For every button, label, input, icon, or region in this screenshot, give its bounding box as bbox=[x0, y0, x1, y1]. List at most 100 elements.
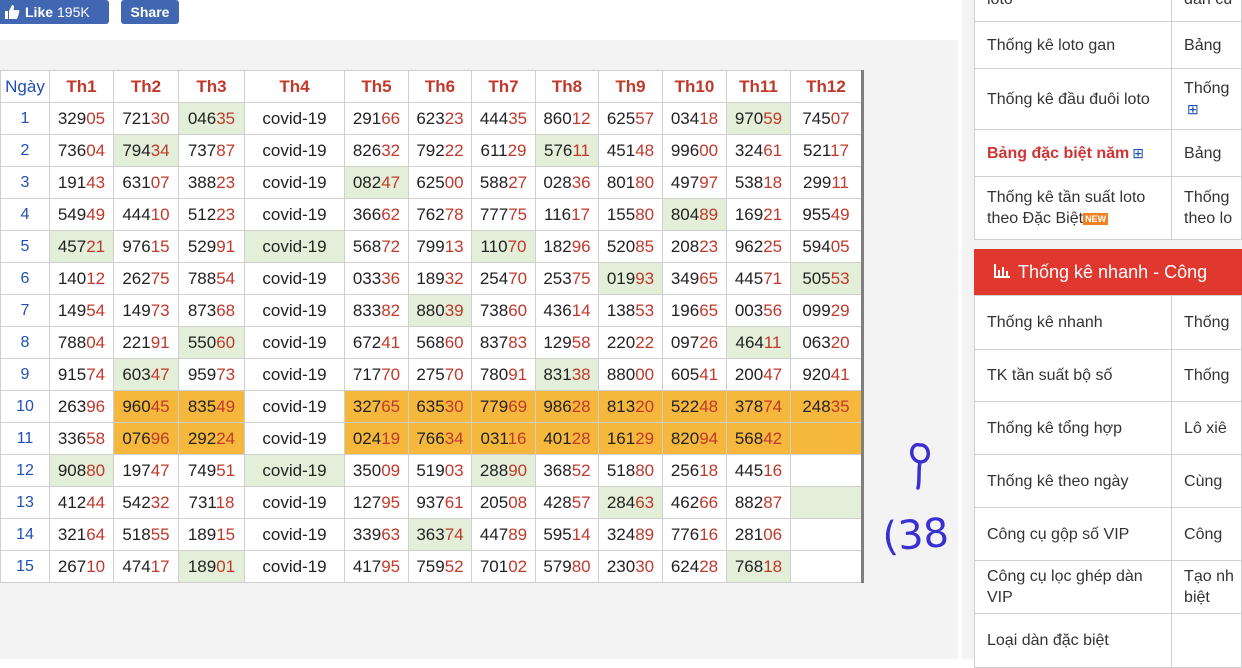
prize-number-suffix: 90 bbox=[508, 460, 528, 480]
sidebar-description[interactable]: Bảng bbox=[1171, 129, 1242, 177]
sidebar-link[interactable]: Công cụ lọc ghép dàn VIP bbox=[973, 560, 1173, 614]
prize-number-suffix: 91 bbox=[150, 332, 170, 352]
prize-cell: 62557 bbox=[598, 102, 663, 135]
prize-number-prefix: 436 bbox=[543, 300, 572, 320]
prize-number-prefix: 792 bbox=[416, 140, 445, 160]
prize-cell: 02836 bbox=[535, 166, 599, 199]
prize-number-suffix: 43 bbox=[86, 172, 106, 192]
prize-number-suffix: 80 bbox=[571, 556, 591, 576]
sidebar-link[interactable]: TK tần suất bộ số bbox=[973, 349, 1173, 402]
prize-cell: 88287 bbox=[726, 486, 791, 519]
prize-number-suffix: 74 bbox=[86, 364, 106, 384]
prize-cell: 03116 bbox=[471, 422, 536, 455]
sidebar-description-line2: theo lo bbox=[1184, 210, 1233, 227]
prize-number-suffix: 11 bbox=[572, 140, 591, 160]
prize-number-suffix: 34 bbox=[150, 140, 170, 160]
prize-number-suffix: 68 bbox=[216, 300, 236, 320]
prize-number-prefix: 205 bbox=[479, 492, 509, 512]
sidebar-link[interactable]: Công cụ gộp số VIP bbox=[973, 507, 1173, 561]
prize-number-suffix: 52 bbox=[444, 556, 464, 576]
prize-cell: 72130 bbox=[113, 102, 179, 135]
prize-number-suffix: 11 bbox=[763, 332, 782, 352]
prize-cell: 55060 bbox=[178, 326, 245, 359]
prize-cell: 95549 bbox=[790, 198, 863, 231]
prize-number-suffix: 80 bbox=[635, 172, 655, 192]
prize-cell: 16129 bbox=[598, 422, 663, 455]
sidebar-description[interactable]: Lô xiê bbox=[1171, 401, 1242, 455]
prize-cell: 34965 bbox=[662, 262, 727, 295]
day-number: 2 bbox=[0, 134, 50, 167]
prize-cell: 22191 bbox=[113, 326, 179, 359]
prize-number-prefix: 116 bbox=[543, 204, 572, 224]
prize-number-prefix: 169 bbox=[734, 204, 764, 224]
prize-number-prefix: 149 bbox=[122, 300, 151, 320]
sidebar-description[interactable]: Tạo nh biệt bbox=[1171, 560, 1242, 614]
prize-number-prefix: 417 bbox=[352, 556, 382, 576]
prize-cell: 96225 bbox=[726, 230, 791, 263]
prize-cell: covid-19 bbox=[244, 326, 345, 359]
sidebar-link[interactable]: Thống kê tổng hợp bbox=[973, 401, 1173, 455]
expand-plus-icon[interactable]: ⊞ bbox=[1132, 145, 1144, 161]
prize-number-prefix: 777 bbox=[479, 204, 509, 224]
prize-number-suffix: 85 bbox=[635, 236, 655, 256]
prize-number-suffix: 73 bbox=[216, 364, 236, 384]
prize-number-prefix: 519 bbox=[416, 460, 445, 480]
prize-number-prefix: 908 bbox=[57, 460, 87, 480]
sidebar-description[interactable]: Công bbox=[1171, 507, 1242, 561]
sidebar-description-label: Lô xiê bbox=[1184, 419, 1227, 437]
sidebar-link[interactable]: Bảng đặc biệt năm ⊞ bbox=[973, 129, 1173, 177]
sidebar-description-label: Bảng bbox=[1184, 36, 1222, 54]
sidebar-link[interactable]: Thống kê loto gan bbox=[973, 21, 1173, 69]
prize-cell: 44789 bbox=[471, 518, 536, 551]
prize-cell: 62323 bbox=[408, 102, 472, 135]
sidebar-row: Thống kê loto gan Bảng bbox=[973, 21, 1242, 69]
prize-cell: 63530 bbox=[408, 390, 472, 423]
facebook-like-button[interactable]: Like 195K bbox=[0, 0, 109, 24]
prize-cell: 40128 bbox=[535, 422, 599, 455]
prize-number-prefix: 550 bbox=[187, 332, 217, 352]
sidebar-description[interactable] bbox=[1171, 613, 1242, 668]
prize-cell: 11070 bbox=[471, 230, 536, 263]
sidebar-description[interactable]: Thống ⊞ bbox=[1171, 68, 1242, 130]
prize-number-suffix: 80 bbox=[635, 460, 655, 480]
sidebar-description-label: Tạo nh bbox=[1184, 568, 1234, 585]
sidebar-description[interactable]: Thống bbox=[1171, 295, 1242, 350]
facebook-share-button[interactable]: Share bbox=[121, 0, 179, 24]
sidebar-description[interactable]: Thống bbox=[1171, 349, 1242, 402]
prize-number-prefix: 208 bbox=[670, 236, 700, 256]
sidebar-description[interactable]: Thống theo lo bbox=[1171, 176, 1242, 240]
sidebar-description[interactable]: dàn cù bbox=[1171, 0, 1242, 22]
prize-number-suffix: 03 bbox=[444, 460, 464, 480]
prize-cell: 77969 bbox=[471, 390, 536, 423]
sidebar-link[interactable]: Thống kê theo ngày bbox=[973, 454, 1173, 508]
sidebar-row: Bảng đặc biệt năm ⊞ Bảng bbox=[973, 129, 1242, 177]
sidebar-description[interactable]: Bảng bbox=[1171, 21, 1242, 69]
day-number: 8 bbox=[0, 326, 50, 359]
prize-number-suffix: 63 bbox=[381, 524, 401, 544]
sidebar-link[interactable]: Thống kê đầu đuôi loto bbox=[973, 68, 1173, 130]
sidebar-link[interactable]: Loại dàn đặc biệt bbox=[973, 613, 1173, 668]
prize-number-suffix: 04 bbox=[86, 332, 106, 352]
sidebar-link[interactable]: loto bbox=[973, 0, 1173, 22]
sidebar-link-label: TK tần suất bộ số bbox=[987, 367, 1113, 384]
expand-plus-icon[interactable]: ⊞ bbox=[1187, 101, 1199, 117]
prize-number-prefix: 349 bbox=[670, 268, 700, 288]
prize-cell: 18915 bbox=[178, 518, 245, 551]
sidebar-link[interactable]: Thống kê nhanh bbox=[973, 295, 1173, 350]
prize-number-prefix: 959 bbox=[187, 364, 217, 384]
sidebar-description[interactable]: Cùng bbox=[1171, 454, 1242, 508]
prize-number-prefix: 549 bbox=[57, 204, 87, 224]
prize-number-prefix: 611 bbox=[480, 140, 508, 160]
prize-number-prefix: 329 bbox=[57, 108, 87, 128]
sidebar-link[interactable]: Thống kê tần suất loto theo Đặc Biệt NEW bbox=[973, 176, 1173, 240]
prize-number-prefix: 197 bbox=[122, 460, 151, 480]
prize-number-suffix: 73 bbox=[150, 300, 170, 320]
prize-number-prefix: 368 bbox=[543, 460, 572, 480]
sidebar-link-label: Thống kê tổng hợp bbox=[987, 419, 1123, 437]
quick-stats-header: Thống kê nhanh - Công bbox=[974, 249, 1242, 295]
prize-number-prefix: 019 bbox=[606, 268, 636, 288]
table-row: 6 14012 26275 78854 covid-19 03336 18932 25470 2… bbox=[0, 262, 863, 295]
prize-number-suffix: 18 bbox=[763, 556, 783, 576]
prize-number-prefix: 127 bbox=[352, 492, 382, 512]
sidebar: lotodàn cùThống kê loto ganBảngThống kê … bbox=[962, 0, 1242, 668]
